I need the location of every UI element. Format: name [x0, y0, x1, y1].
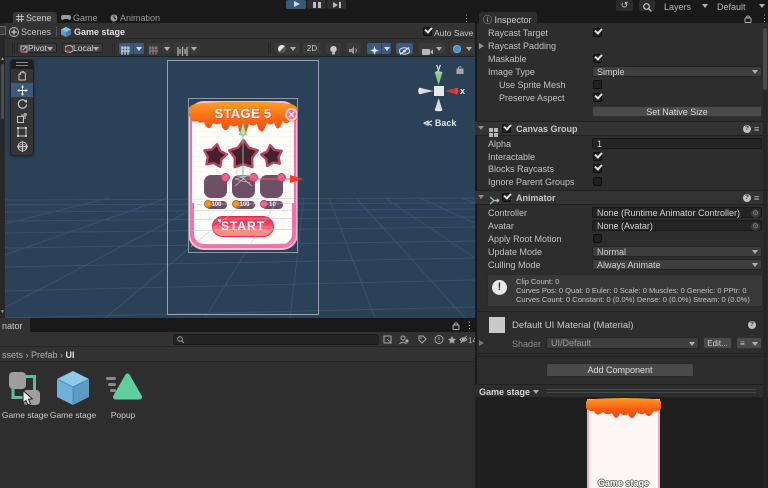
svg-text:x: x	[460, 86, 465, 96]
svg-text:≪ Back: ≪ Back	[423, 118, 457, 128]
svg-text:14: 14	[468, 336, 475, 345]
svg-text:y: y	[436, 62, 441, 72]
